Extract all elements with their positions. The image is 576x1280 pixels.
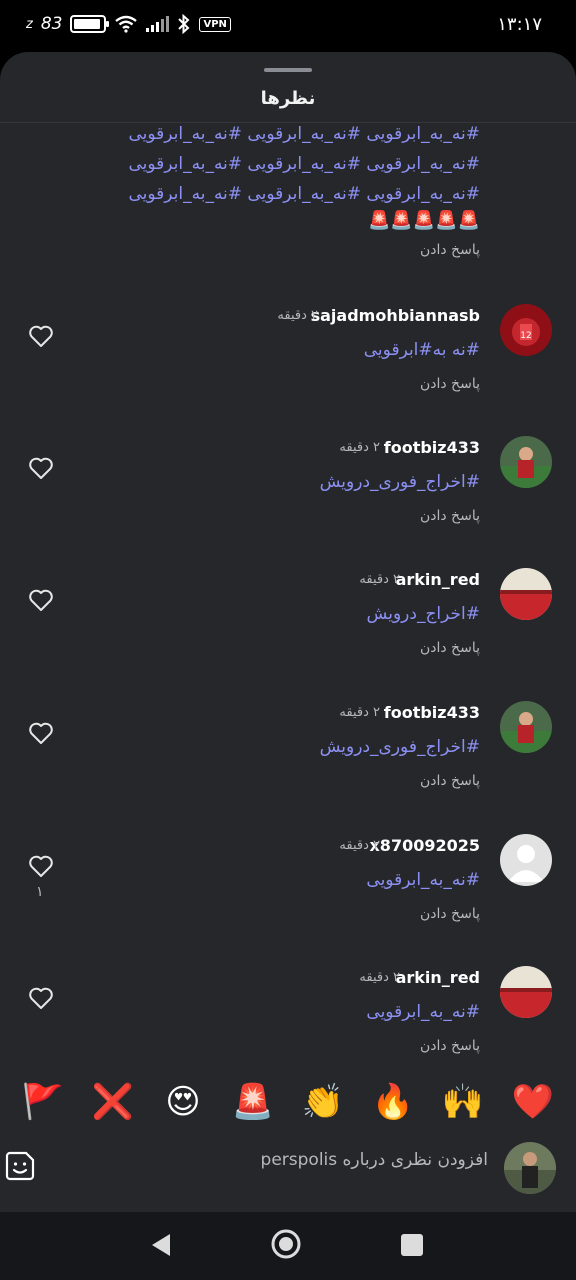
signal-icon bbox=[146, 16, 170, 32]
heart-icon[interactable] bbox=[28, 588, 54, 612]
comment-time: ۲ دقیقه bbox=[339, 440, 380, 455]
fire-emoji-button[interactable]: 🔥 bbox=[365, 1074, 421, 1130]
comment-item: footbiz433 ۲ دقیقه #اخراج_فوری_درویش پاس… bbox=[0, 436, 576, 568]
flag-emoji-button[interactable]: 🚩 bbox=[15, 1074, 71, 1130]
reply-button[interactable]: پاسخ دادن bbox=[420, 242, 480, 258]
status-icons: z 83 VPN bbox=[26, 14, 231, 34]
status-bar: z 83 VPN ۱۳:۱۷ bbox=[0, 0, 576, 52]
username[interactable]: arkin_red bbox=[396, 570, 480, 589]
navigation-bar bbox=[0, 1212, 576, 1280]
avatar[interactable] bbox=[500, 966, 552, 1018]
avatar[interactable] bbox=[500, 568, 552, 620]
recent-apps-icon[interactable] bbox=[401, 1234, 423, 1256]
cross-emoji-button[interactable]: ❌ bbox=[85, 1074, 141, 1130]
clock: ۱۳:۱۷ bbox=[497, 14, 542, 35]
sheet-title: نظرها bbox=[260, 88, 316, 109]
reply-button[interactable]: پاسخ دادن bbox=[420, 508, 480, 524]
comment-text[interactable]: #نه_به_ابرقویی bbox=[366, 1002, 480, 1022]
hashtag-line[interactable]: #نه_به_ابرقویی #نه_به_ابرقویی #نه_به_ابر… bbox=[128, 184, 480, 204]
comment-item: arkin_red ۲ دقیقه #نه_به_ابرقویی پاسخ دا… bbox=[0, 966, 576, 1064]
comment-item: x870092025 ۲ دقیقه #نه_به_ابرقویی پاسخ د… bbox=[0, 834, 576, 966]
username[interactable]: arkin_red bbox=[396, 968, 480, 987]
wifi-icon bbox=[115, 15, 138, 33]
comment-text[interactable]: #اخراج_فوری_درویش bbox=[320, 737, 480, 757]
comment-time: ۲ دقیقه bbox=[339, 705, 380, 720]
heart-eyes-emoji-button[interactable]: 😍 bbox=[155, 1074, 211, 1130]
drag-handle[interactable] bbox=[264, 68, 312, 72]
heart-icon[interactable] bbox=[28, 456, 54, 480]
siren-emoji-button[interactable]: 🚨 bbox=[225, 1074, 281, 1130]
comment-item: arkin_red ۲ دقیقه #اخراج_درویش پاسخ دادن bbox=[0, 568, 576, 700]
avatar[interactable]: 12 bbox=[500, 304, 552, 356]
sticker-icon[interactable] bbox=[4, 1150, 36, 1182]
username[interactable]: x870092025 bbox=[369, 836, 480, 855]
comment-time: ۲ دقیقه bbox=[359, 572, 400, 587]
clap-emoji-button[interactable]: 👏 bbox=[295, 1074, 351, 1130]
heart-icon[interactable] bbox=[28, 854, 54, 878]
like-count: ۱ bbox=[36, 884, 44, 900]
vpn-icon: VPN bbox=[199, 16, 231, 32]
reply-button[interactable]: پاسخ دادن bbox=[420, 906, 480, 922]
comment-item: footbiz433 ۲ دقیقه #اخراج_فوری_درویش پاس… bbox=[0, 701, 576, 833]
reply-button[interactable]: پاسخ دادن bbox=[420, 1038, 480, 1054]
battery-icon bbox=[70, 15, 110, 33]
home-icon[interactable] bbox=[270, 1228, 302, 1260]
comment-input[interactable]: افزودن نظری درباره perspolis bbox=[261, 1150, 488, 1170]
username[interactable]: sajadmohbiannasb bbox=[311, 306, 480, 325]
heart-icon[interactable] bbox=[28, 324, 54, 348]
bluetooth-icon bbox=[178, 14, 190, 34]
avatar[interactable] bbox=[500, 834, 552, 886]
reply-button[interactable]: پاسخ دادن bbox=[420, 773, 480, 789]
comment-time: ۲ دقیقه bbox=[277, 308, 318, 323]
comment-emojis: 🚨🚨🚨🚨🚨 bbox=[367, 210, 480, 231]
reply-button[interactable]: پاسخ دادن bbox=[420, 376, 480, 392]
raised-hands-emoji-button[interactable]: 🙌 bbox=[435, 1074, 491, 1130]
comment-text[interactable]: #اخراج_فوری_درویش bbox=[320, 472, 480, 492]
heart-icon[interactable] bbox=[28, 721, 54, 745]
comments-list[interactable]: #نه_به_ابرقویی #نه_به_ابرقویی #نه_به_ابر… bbox=[0, 124, 576, 1064]
reply-button[interactable]: پاسخ دادن bbox=[420, 640, 480, 656]
hashtag-line[interactable]: #نه_به_ابرقویی #نه_به_ابرقویی #نه_به_ابر… bbox=[128, 124, 480, 144]
username[interactable]: footbiz433 bbox=[384, 438, 480, 457]
divider bbox=[0, 122, 576, 123]
comment-text[interactable]: #نه_به_ابرقویی bbox=[366, 870, 480, 890]
heart-icon[interactable] bbox=[28, 986, 54, 1010]
username[interactable]: footbiz433 bbox=[384, 703, 480, 722]
back-icon[interactable] bbox=[150, 1232, 172, 1258]
svg-text:12: 12 bbox=[520, 331, 531, 341]
comment-composer: افزودن نظری درباره perspolis bbox=[0, 1134, 576, 1210]
quick-emoji-bar: 🚩 ❌ 😍 🚨 👏 🔥 🙌 ❤️ bbox=[0, 1072, 576, 1132]
speed-icon: z bbox=[26, 16, 33, 32]
comment-text[interactable]: #نه به#ابرقویی bbox=[364, 340, 480, 360]
hashtag-line[interactable]: #نه_به_ابرقویی #نه_به_ابرقویی #نه_به_ابر… bbox=[128, 154, 480, 174]
comment-time: ۲ دقیقه bbox=[359, 970, 400, 985]
heart-emoji-button[interactable]: ❤️ bbox=[505, 1074, 561, 1130]
comment-text[interactable]: #اخراج_درویش bbox=[367, 604, 480, 624]
speed-value: 83 bbox=[40, 14, 63, 34]
avatar[interactable] bbox=[500, 701, 552, 753]
comment-item: 12 sajadmohbiannasb ۲ دقیقه #نه به#ابرقو… bbox=[0, 304, 576, 436]
comment-time: ۲ دقیقه bbox=[339, 838, 380, 853]
my-avatar bbox=[504, 1142, 556, 1194]
avatar[interactable] bbox=[500, 436, 552, 488]
comments-sheet: نظرها #نه_به_ابرقویی #نه_به_ابرقویی #نه_… bbox=[0, 52, 576, 1212]
